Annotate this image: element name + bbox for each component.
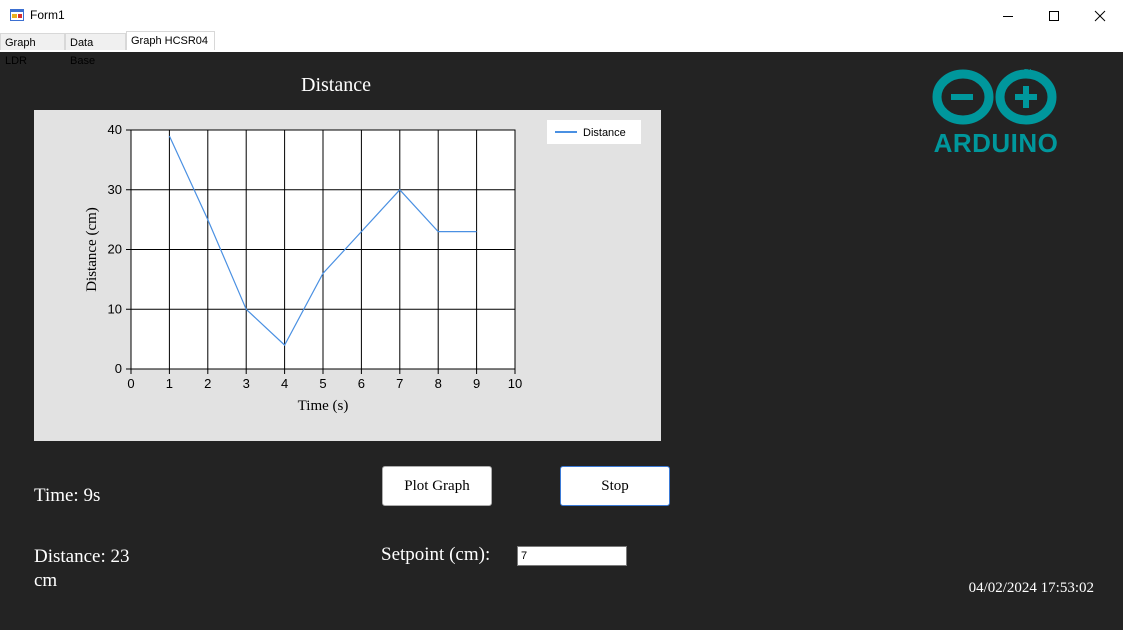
y-tick-label: 0 (115, 361, 122, 376)
y-tick-label: 10 (108, 301, 122, 316)
x-tick-label: 8 (435, 376, 442, 391)
x-axis-label: Time (s) (298, 398, 349, 414)
x-tick-label: 0 (127, 376, 134, 391)
distance-label: Distance: 23 (34, 546, 130, 567)
plot-graph-button[interactable]: Plot Graph (382, 466, 492, 506)
y-tick-label: 40 (108, 122, 122, 137)
chart-title: Distance (301, 74, 371, 96)
x-tick-label: 2 (204, 376, 211, 391)
y-axis-label: Distance (cm) (84, 207, 100, 292)
tab-graph-ldr[interactable]: Graph LDR (0, 33, 65, 67)
maximize-button[interactable] (1031, 0, 1077, 31)
close-button[interactable] (1077, 0, 1123, 31)
minimize-icon (1003, 15, 1013, 17)
setpoint-input[interactable] (517, 546, 627, 566)
x-tick-label: 7 (396, 376, 403, 391)
x-tick-label: 6 (358, 376, 365, 391)
tab-data-base[interactable]: Data Base (65, 33, 126, 67)
setpoint-label: Setpoint (cm): (381, 544, 491, 565)
close-icon (1094, 10, 1106, 21)
title-bar: Form1 (0, 0, 1123, 31)
x-tick-label: 9 (473, 376, 480, 391)
maximize-icon (1049, 10, 1059, 21)
x-tick-label: 3 (243, 376, 250, 391)
datetime-label: 04/02/2024 17:53:02 (968, 580, 1094, 596)
window-title: Form1 (30, 8, 65, 22)
tab-divider (0, 50, 1123, 52)
logo-text: ARDUINO (934, 128, 1059, 156)
distance-chart: 0 1 2 3 4 5 6 7 8 9 10 0 10 20 30 40 Time (s) Distance (c… (84, 120, 641, 414)
x-tick-label: 1 (166, 376, 173, 391)
y-tick-label: 20 (108, 242, 122, 257)
app-icon (10, 9, 24, 21)
x-tick-label: 5 (319, 376, 326, 391)
distance-unit-label: cm (34, 570, 58, 591)
legend-label: Distance (583, 127, 626, 139)
stop-button[interactable]: Stop (560, 466, 670, 506)
minimize-button[interactable] (985, 0, 1031, 31)
tab-strip: Graph LDR Data Base Graph HCSR04 (0, 31, 1123, 67)
svg-text:TM: TM (1024, 69, 1031, 75)
x-tick-label: 4 (281, 376, 288, 391)
chart-area: 0 1 2 3 4 5 6 7 8 9 10 0 10 20 30 40 Time (s) Distance (c… (34, 110, 661, 441)
y-tick-label: 30 (108, 182, 122, 197)
x-tick-label: 10 (508, 376, 522, 391)
time-label: Time: 9s (34, 485, 101, 506)
tab-graph-hcsr04[interactable]: Graph HCSR04 (126, 31, 215, 51)
arduino-logo: TM ARDUINO (932, 69, 1059, 156)
